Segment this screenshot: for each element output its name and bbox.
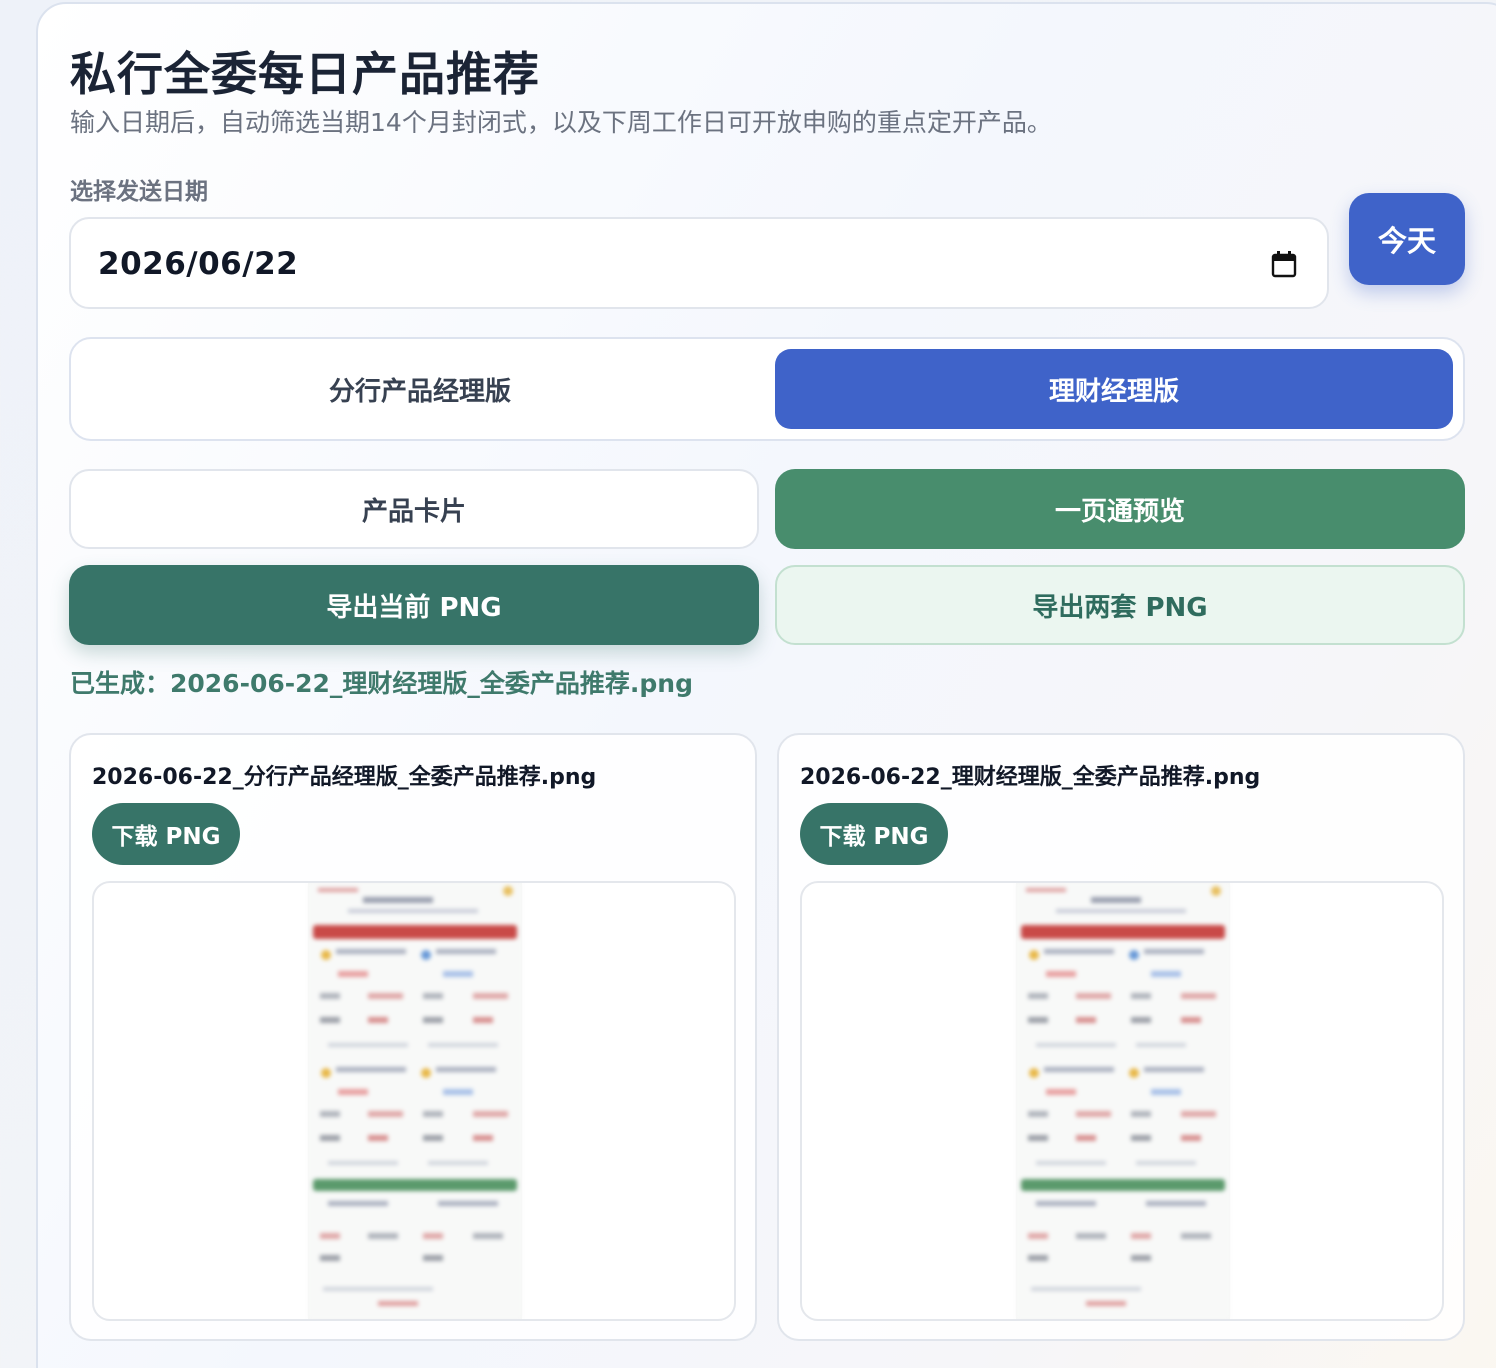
today-button[interactable]: 今天 [1349, 193, 1465, 285]
export-both-png-button[interactable]: 导出两套 PNG [775, 565, 1465, 645]
status-message: 已生成：2026-06-22_理财经理版_全委产品推荐.png [70, 669, 693, 698]
png-preview [800, 881, 1444, 1321]
result-card: 2026-06-22_分行产品经理版_全委产品推荐.png 下载 PNG [69, 733, 757, 1341]
page-subtitle: 输入日期后，自动筛选当期14个月封闭式，以及下周工作日可开放申购的重点定开产品。 [70, 108, 1052, 137]
date-label: 选择发送日期 [70, 179, 208, 205]
page-title: 私行全委每日产品推荐 [70, 47, 540, 101]
preview-image [1016, 883, 1230, 1319]
mode-branch-manager-tab[interactable]: 分行产品经理版 [81, 349, 759, 429]
preview-image [308, 883, 522, 1319]
onepage-preview-button[interactable]: 一页通预览 [775, 469, 1465, 549]
product-card-button[interactable]: 产品卡片 [69, 469, 759, 549]
calendar-icon[interactable] [1271, 250, 1297, 278]
mode-switch: 分行产品经理版 理财经理版 [69, 337, 1465, 441]
result-file-name: 2026-06-22_理财经理版_全委产品推荐.png [800, 765, 1261, 790]
date-input[interactable]: 2026/06/22 [69, 217, 1329, 309]
export-current-png-button[interactable]: 导出当前 PNG [69, 565, 759, 645]
date-value: 2026/06/22 [98, 246, 299, 282]
result-file-name: 2026-06-22_分行产品经理版_全委产品推荐.png [92, 765, 597, 790]
download-png-button[interactable]: 下载 PNG [92, 803, 240, 865]
download-png-button[interactable]: 下载 PNG [800, 803, 948, 865]
mode-wealth-manager-tab[interactable]: 理财经理版 [775, 349, 1453, 429]
png-preview [92, 881, 736, 1321]
result-card: 2026-06-22_理财经理版_全委产品推荐.png 下载 PNG [777, 733, 1465, 1341]
